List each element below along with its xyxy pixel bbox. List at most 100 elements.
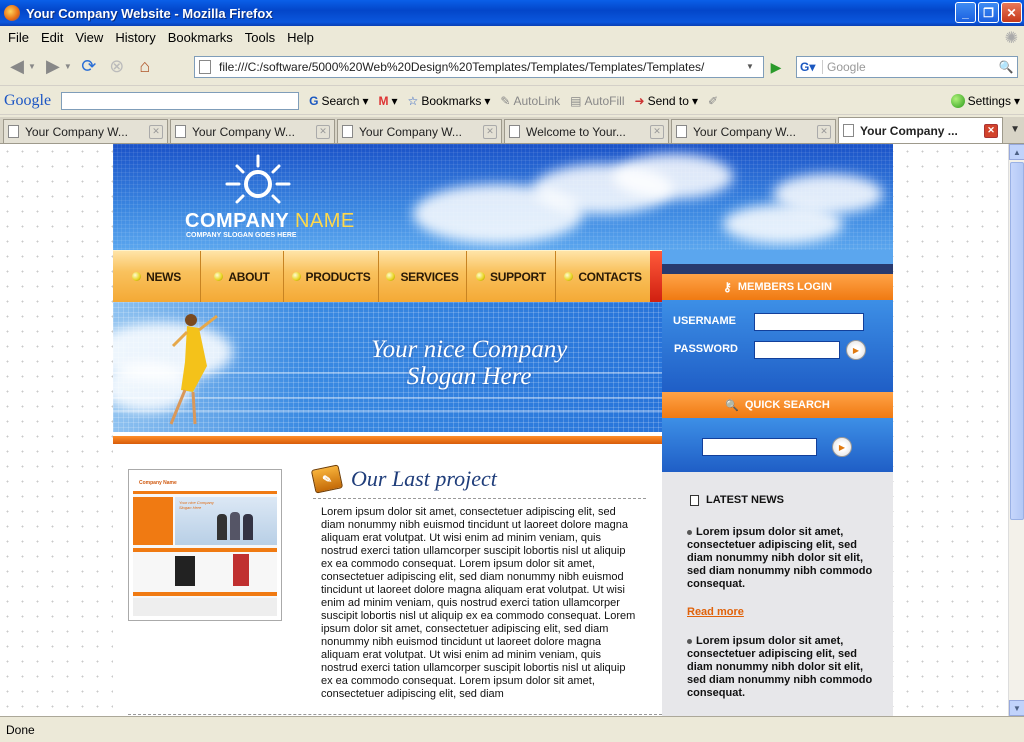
menu-edit[interactable]: Edit	[35, 30, 69, 45]
scroll-up-icon[interactable]: ▲	[1009, 144, 1024, 160]
close-tab-icon[interactable]: ✕	[316, 124, 330, 139]
read-more-link[interactable]: Read more	[687, 606, 744, 618]
search-box[interactable]: G▾ Google 🔍	[796, 56, 1018, 78]
company-name: COMPANY NAME	[185, 210, 355, 232]
quick-search-button[interactable]: ▶	[832, 437, 852, 457]
close-tab-icon[interactable]: ✕	[650, 124, 664, 139]
password-input[interactable]	[754, 341, 840, 359]
window-title: Your Company Website - Mozilla Firefox	[26, 5, 273, 21]
nav-services[interactable]: SERVICES	[379, 251, 467, 302]
url-text: file:///C:/software/5000%20Web%20Design%…	[219, 60, 705, 74]
send-to-button[interactable]: ➜ Send to ▾	[635, 94, 698, 108]
slogan-banner: Your nice Company Slogan Here	[113, 302, 662, 432]
close-window-button[interactable]: ✕	[1001, 2, 1022, 23]
vertical-scrollbar[interactable]: ▲ ▼	[1008, 144, 1024, 716]
bullet-icon	[132, 272, 142, 281]
gmail-button[interactable]: M ▾	[379, 94, 398, 108]
firefox-icon	[4, 5, 20, 21]
star-icon: ☆	[407, 93, 419, 108]
close-tab-icon[interactable]: ✕	[483, 124, 497, 139]
minimize-button[interactable]: _	[955, 2, 976, 23]
tab-strip: Your Company W... ✕ Your Company W... ✕ Yo…	[0, 117, 1024, 144]
quick-search-header: 🔍 QUICK SEARCH	[662, 392, 893, 418]
go-icon[interactable]: ▶	[766, 57, 786, 77]
reload-icon[interactable]: ⟳	[78, 56, 100, 78]
orange-divider	[113, 436, 662, 444]
page-icon	[843, 124, 854, 137]
scroll-down-icon[interactable]: ▼	[1009, 700, 1024, 716]
google-search-button[interactable]: G Search ▾	[309, 94, 368, 108]
username-label: USERNAME	[673, 315, 736, 327]
project-thumbnail[interactable]: Company Name Your nice Company Slogan He…	[128, 469, 282, 621]
close-tab-icon[interactable]: ✕	[817, 124, 831, 139]
tab-6-active[interactable]: Your Company ... ✕	[838, 117, 1003, 143]
nav-news[interactable]: NEWS	[113, 251, 201, 302]
google-search-input[interactable]	[61, 91, 300, 110]
company-slogan: COMPANY SLOGAN GOES HERE	[186, 232, 297, 239]
username-input[interactable]	[754, 313, 864, 331]
settings-button[interactable]: Settings ▾	[950, 93, 1020, 108]
window-titlebar[interactable]: Your Company Website - Mozilla Firefox _…	[0, 0, 1024, 26]
autolink-icon: ✎	[500, 93, 511, 108]
close-tab-icon[interactable]: ✕	[149, 124, 163, 139]
quick-search-input[interactable]	[702, 438, 817, 456]
menu-view[interactable]: View	[69, 30, 109, 45]
search-engine-icon[interactable]: G▾	[797, 60, 823, 74]
key-icon: ⚷	[723, 280, 732, 294]
back-icon[interactable]: ◀	[6, 56, 28, 78]
menu-history[interactable]: History	[109, 30, 161, 45]
bullet-icon	[687, 529, 692, 535]
menubar: File Edit View History Bookmarks Tools H…	[0, 26, 1024, 48]
home-icon[interactable]: ⌂	[134, 56, 156, 78]
highlight-icon[interactable]: ✐	[708, 94, 718, 108]
search-icon[interactable]: 🔍	[995, 60, 1017, 74]
tab-5[interactable]: Your Company W... ✕	[671, 119, 836, 143]
login-button[interactable]: ▶	[846, 340, 866, 360]
scroll-thumb[interactable]	[1010, 162, 1024, 520]
latest-news-heading: LATEST NEWS	[690, 494, 784, 506]
menu-tools[interactable]: Tools	[239, 30, 281, 45]
maximize-button[interactable]: ❐	[978, 2, 999, 23]
tab-4[interactable]: Welcome to Your... ✕	[504, 119, 669, 143]
autolink-button[interactable]: ✎ AutoLink	[500, 94, 560, 108]
project-heading: ✎ Our Last project	[310, 464, 497, 494]
bullet-icon	[214, 272, 224, 281]
autofill-button[interactable]: ▤ AutoFill	[570, 94, 624, 108]
close-tab-icon[interactable]: ✕	[984, 123, 998, 138]
bullet-icon	[386, 272, 396, 281]
magnifier-icon: 🔍	[725, 399, 739, 412]
menu-file[interactable]: File	[2, 30, 35, 45]
nav-support[interactable]: SUPPORT	[467, 251, 556, 302]
forward-dropdown-icon[interactable]: ▼	[64, 62, 72, 71]
tab-1[interactable]: Your Company W... ✕	[3, 119, 168, 143]
settings-icon	[950, 93, 965, 108]
gmail-icon: M	[378, 93, 389, 108]
back-dropdown-icon[interactable]: ▼	[28, 62, 36, 71]
bookmarks-button[interactable]: ☆ Bookmarks ▾	[408, 94, 491, 108]
tab-3[interactable]: Your Company W... ✕	[337, 119, 502, 143]
url-bar[interactable]: file:///C:/software/5000%20Web%20Design%…	[194, 56, 764, 78]
menu-bookmarks[interactable]: Bookmarks	[162, 30, 239, 45]
news-item: Lorem ipsum dolor sit amet, consectetuer…	[687, 526, 873, 590]
nav-contacts[interactable]: CONTACTS	[556, 251, 650, 302]
divider	[128, 714, 662, 715]
forward-icon[interactable]: ▶	[42, 56, 64, 78]
status-text: Done	[6, 722, 35, 737]
bullet-icon	[564, 272, 574, 281]
stop-icon[interactable]: ⊗	[106, 56, 128, 78]
login-form: USERNAME PASSWORD ▶	[662, 300, 893, 392]
url-dropdown-icon[interactable]: ▼	[746, 62, 754, 71]
site-header: COMPANY NAME COMPANY SLOGAN GOES HERE	[113, 144, 893, 250]
nav-products[interactable]: PRODUCTS	[284, 251, 379, 302]
throbber-icon: ✺	[1004, 30, 1018, 47]
autofill-icon: ▤	[570, 93, 582, 108]
news-item: Lorem ipsum dolor sit amet, consectetuer…	[687, 635, 873, 699]
project-text: Lorem ipsum dolor sit amet, consectetuer…	[321, 506, 636, 700]
page-icon	[175, 125, 186, 138]
google-logo: Google	[4, 91, 52, 109]
tab-list-icon[interactable]: ▼	[1010, 124, 1020, 135]
tab-2[interactable]: Your Company W... ✕	[170, 119, 335, 143]
send-icon: ➜	[634, 93, 645, 108]
menu-help[interactable]: Help	[281, 30, 320, 45]
nav-about[interactable]: ABOUT	[201, 251, 284, 302]
